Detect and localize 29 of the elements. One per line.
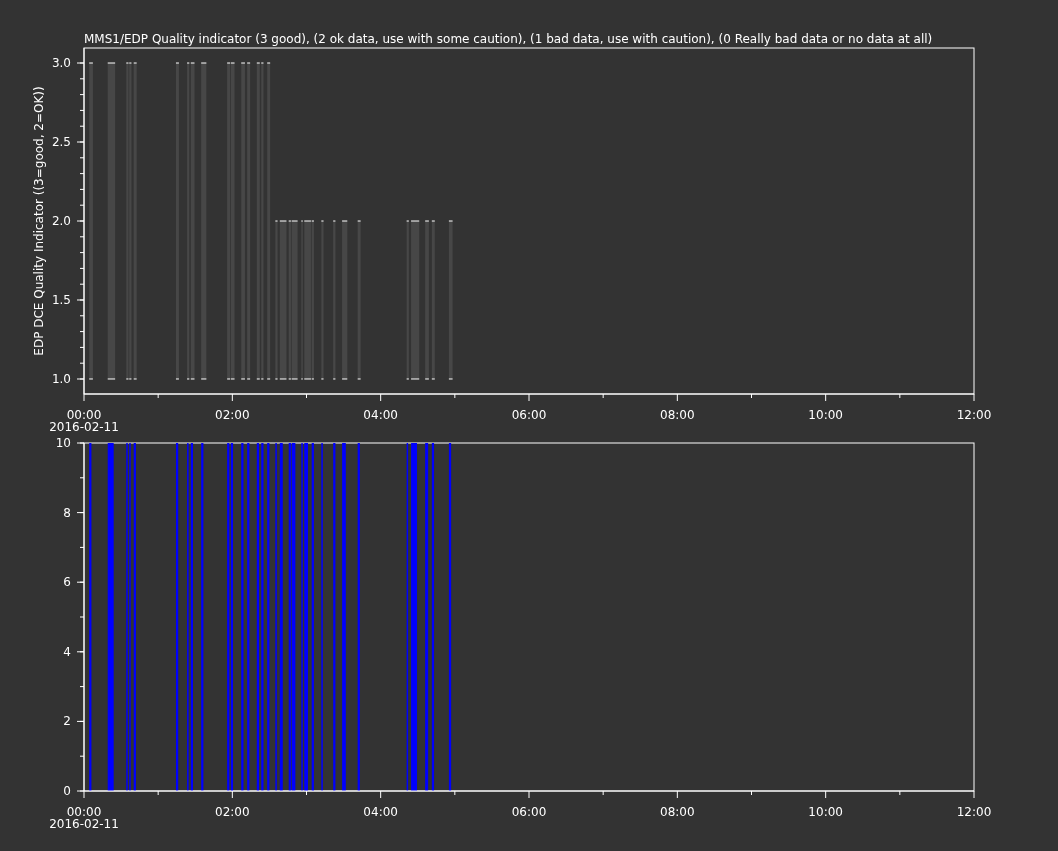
x-tick-label: 02:00 bbox=[215, 805, 250, 819]
x-tick-label: 06:00 bbox=[511, 408, 547, 422]
y-tick-label: 10 bbox=[55, 436, 71, 450]
x-tick-label: 04:00 bbox=[363, 408, 398, 422]
y-tick-label: 2 bbox=[63, 714, 71, 729]
x-tick-label: 10:00 bbox=[808, 805, 843, 819]
plot-title: MMS1/EDP Quality indicator (3 good), (2 ok data, use with some caution), (1 bad data, use with caution), (0 Really bad data or no data at all) bbox=[84, 32, 933, 46]
y-tick-label: 2.5 bbox=[51, 135, 71, 149]
y-tick-label: 6 bbox=[63, 575, 71, 590]
x-tick-label: 08:00 bbox=[660, 805, 695, 819]
y-tick-label: 8 bbox=[63, 505, 71, 520]
date-label: 2016-02-11 bbox=[49, 420, 119, 434]
y-tick-label: 1.0 bbox=[51, 372, 71, 386]
y-tick-label: 3.0 bbox=[51, 56, 71, 70]
x-tick-label: 10:00 bbox=[808, 408, 843, 422]
x-tick-label: 04:00 bbox=[363, 805, 398, 819]
x-tick-label: 12:00 bbox=[956, 805, 992, 819]
x-tick-label: 12:00 bbox=[956, 408, 992, 422]
y-axis-title: EDP DCE Quality Indicator ((3=good, 2=OK)) bbox=[32, 86, 46, 356]
y-tick-label: 4 bbox=[63, 644, 71, 659]
x-tick-label: 02:00 bbox=[215, 408, 250, 422]
y-tick-label: 2.0 bbox=[51, 214, 71, 228]
x-tick-label: 08:00 bbox=[660, 408, 695, 422]
y-tick-label: 0 bbox=[63, 784, 71, 798]
date-label: 2016-02-11 bbox=[49, 817, 119, 831]
x-tick-label: 00:00 bbox=[66, 805, 102, 819]
x-tick-label: 06:00 bbox=[511, 805, 547, 819]
x-tick-label: 00:00 bbox=[66, 408, 102, 422]
y-tick-label: 1.5 bbox=[51, 293, 71, 307]
